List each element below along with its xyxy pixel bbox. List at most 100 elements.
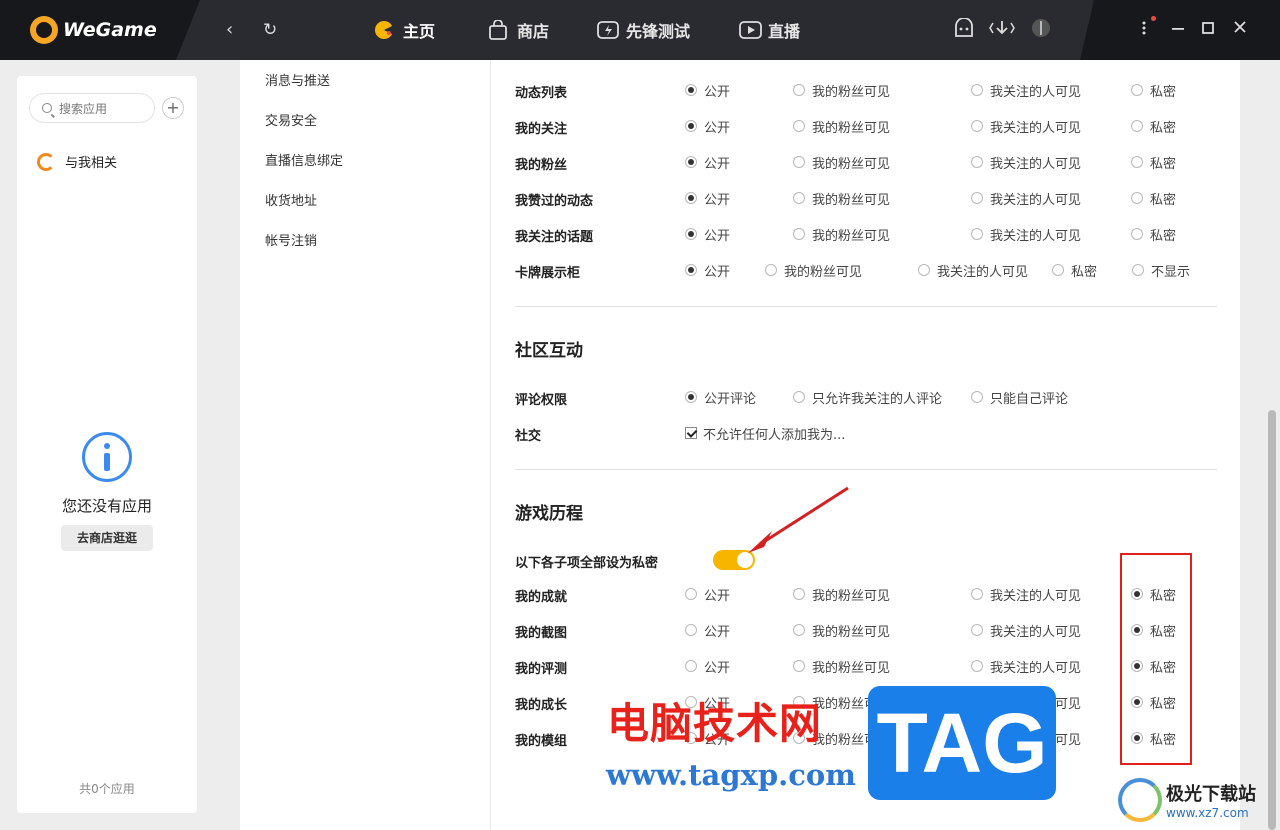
tab-pioneer-test[interactable]: 先锋测试 [597, 18, 690, 42]
refresh-icon[interactable]: ↻ [263, 18, 277, 42]
radio-button[interactable] [1132, 264, 1144, 276]
radio-button[interactable] [1131, 120, 1143, 132]
radio-button[interactable] [685, 588, 697, 600]
radio-option[interactable]: 公开 [685, 80, 730, 100]
radio-button[interactable] [971, 228, 983, 240]
radio-button[interactable] [1052, 264, 1064, 276]
radio-option[interactable]: 我关注的人可见 [971, 80, 1081, 100]
radio-button[interactable] [685, 192, 697, 204]
tab-live[interactable]: 直播 [739, 18, 800, 42]
more-menu-icon[interactable] [1140, 18, 1148, 45]
radio-button[interactable] [971, 660, 983, 672]
radio-button[interactable] [685, 84, 697, 96]
radio-button[interactable] [1131, 84, 1143, 96]
radio-option[interactable]: 我关注的人可见 [971, 152, 1081, 172]
radio-button[interactable] [793, 120, 805, 132]
checkbox[interactable] [685, 427, 697, 439]
download-icon[interactable] [989, 18, 1015, 45]
radio-button[interactable] [685, 264, 697, 276]
radio-button[interactable] [971, 391, 983, 403]
radio-button[interactable] [918, 264, 930, 276]
menu-item-messages[interactable]: 消息与推送 [265, 70, 330, 89]
add-app-button[interactable]: + [162, 97, 184, 119]
radio-option[interactable]: 我关注的人可见 [971, 584, 1081, 604]
radio-button[interactable] [765, 264, 777, 276]
radio-option[interactable]: 我关注的人可见 [918, 260, 1028, 280]
radio-option[interactable]: 我的粉丝可见 [793, 188, 890, 208]
close-icon[interactable] [1234, 18, 1246, 45]
radio-button[interactable] [793, 84, 805, 96]
radio-option[interactable]: 私密 [1052, 260, 1097, 280]
radio-option[interactable]: 公开 [685, 152, 730, 172]
radio-button[interactable] [971, 156, 983, 168]
radio-option[interactable]: 公开 [685, 116, 730, 136]
radio-option[interactable]: 只允许我关注的人评论 [793, 387, 942, 407]
radio-button[interactable] [685, 120, 697, 132]
radio-option[interactable]: 私密 [1131, 116, 1176, 136]
radio-button[interactable] [793, 588, 805, 600]
radio-option[interactable]: 公开 [685, 584, 730, 604]
radio-button[interactable] [793, 192, 805, 204]
radio-button[interactable] [793, 624, 805, 636]
radio-button[interactable] [971, 192, 983, 204]
menu-item-live-binding[interactable]: 直播信息绑定 [265, 150, 343, 169]
radio-option[interactable]: 公开 [685, 620, 730, 640]
radio-button[interactable] [1131, 156, 1143, 168]
radio-option[interactable]: 我的粉丝可见 [793, 116, 890, 136]
menu-item-cancel-account[interactable]: 帐号注销 [265, 230, 317, 249]
radio-option[interactable]: 公开 [685, 188, 730, 208]
radio-button[interactable] [1131, 228, 1143, 240]
radio-button[interactable] [685, 660, 697, 672]
radio-option[interactable]: 公开 [685, 224, 730, 244]
search-input[interactable]: 搜索应用 [29, 93, 155, 123]
radio-option[interactable]: 我的粉丝可见 [793, 80, 890, 100]
radio-button[interactable] [971, 84, 983, 96]
radio-option[interactable]: 我的粉丝可见 [793, 224, 890, 244]
tab-store[interactable]: 商店 [488, 18, 549, 42]
radio-option[interactable]: 私密 [1131, 188, 1176, 208]
radio-button[interactable] [793, 228, 805, 240]
back-icon[interactable]: ‹ [226, 18, 233, 42]
radio-button[interactable] [793, 660, 805, 672]
wegame-logo[interactable]: WeGame [30, 16, 157, 44]
maximize-icon[interactable] [1202, 18, 1214, 45]
radio-option[interactable]: 公开 [685, 260, 730, 280]
radio-button[interactable] [685, 624, 697, 636]
radio-button[interactable] [793, 156, 805, 168]
radio-button[interactable] [971, 588, 983, 600]
radio-option[interactable]: 我关注的人可见 [971, 116, 1081, 136]
radio-option[interactable]: 我关注的人可见 [971, 656, 1081, 676]
sidebar-item-related[interactable]: 与我相关 [37, 152, 117, 171]
menu-item-address[interactable]: 收货地址 [265, 190, 317, 209]
minimize-icon[interactable] [1172, 18, 1184, 45]
checkbox-option[interactable]: 不允许任何人添加我为... [685, 423, 845, 443]
radio-option[interactable]: 我关注的人可见 [971, 224, 1081, 244]
radio-button[interactable] [685, 156, 697, 168]
avatar[interactable] [1031, 18, 1051, 45]
radio-option[interactable]: 不显示 [1132, 260, 1190, 280]
radio-option[interactable]: 我关注的人可见 [971, 188, 1081, 208]
radio-option[interactable]: 我的粉丝可见 [793, 656, 890, 676]
radio-button[interactable] [685, 228, 697, 240]
radio-button[interactable] [793, 391, 805, 403]
radio-option[interactable]: 私密 [1131, 224, 1176, 244]
radio-option[interactable]: 公开评论 [685, 387, 756, 407]
radio-option[interactable]: 私密 [1131, 152, 1176, 172]
radio-button[interactable] [1131, 192, 1143, 204]
radio-button[interactable] [685, 391, 697, 403]
radio-option[interactable]: 我的粉丝可见 [793, 584, 890, 604]
radio-option[interactable]: 公开 [685, 656, 730, 676]
radio-option[interactable]: 我的粉丝可见 [793, 152, 890, 172]
radio-option[interactable]: 我的粉丝可见 [793, 620, 890, 640]
go-store-button[interactable]: 去商店逛逛 [61, 525, 153, 551]
radio-option[interactable]: 私密 [1131, 80, 1176, 100]
radio-option[interactable]: 我的粉丝可见 [765, 260, 862, 280]
scrollbar[interactable] [1268, 410, 1276, 830]
radio-button[interactable] [971, 120, 983, 132]
friends-bot-icon[interactable] [953, 17, 975, 45]
radio-option[interactable]: 我关注的人可见 [971, 620, 1081, 640]
menu-item-trade-security[interactable]: 交易安全 [265, 110, 317, 129]
tab-home[interactable]: 主页 [374, 18, 435, 42]
radio-option[interactable]: 只能自己评论 [971, 387, 1068, 407]
radio-button[interactable] [971, 624, 983, 636]
